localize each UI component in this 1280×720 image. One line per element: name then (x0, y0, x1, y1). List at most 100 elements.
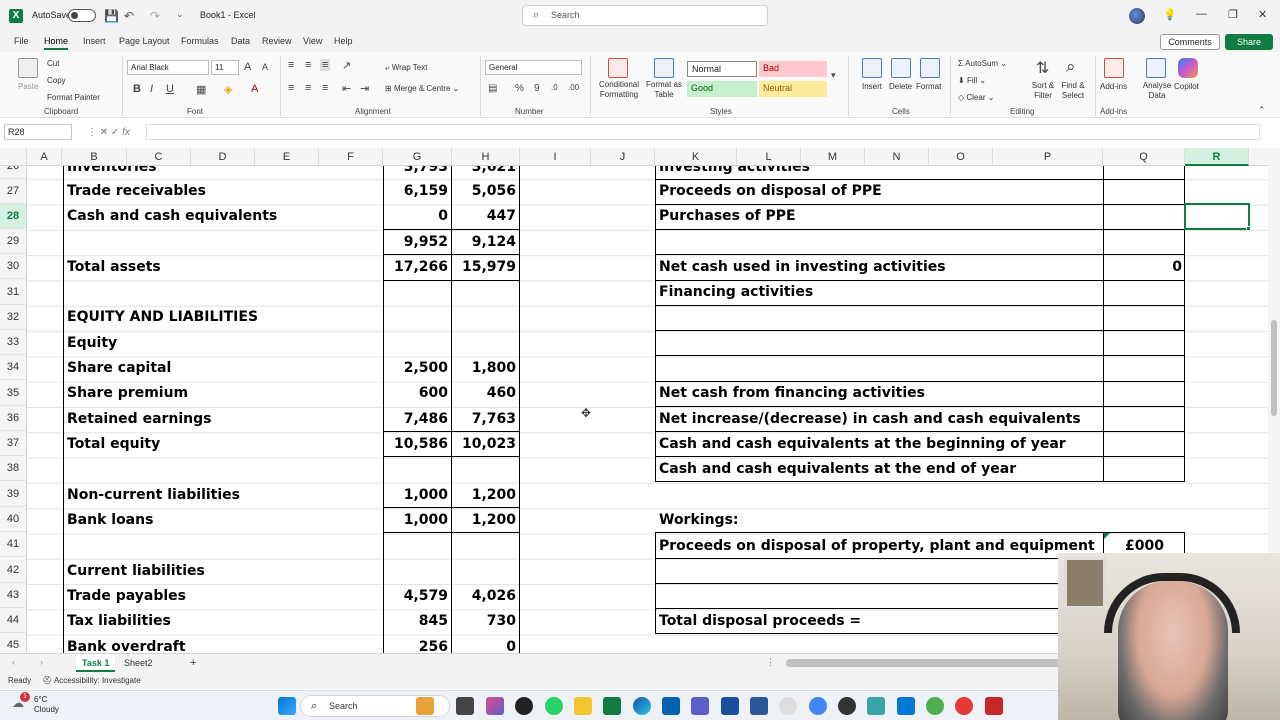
cell-b26[interactable]: Inventories (67, 166, 157, 176)
align-bottom-icon[interactable]: ≡ (320, 59, 331, 71)
cell-g43[interactable]: 4,579 (383, 587, 448, 605)
cell-h30[interactable]: 15,979 (452, 258, 516, 276)
cell-k40[interactable]: Workings: (659, 511, 739, 529)
row-header-44[interactable]: 44 (0, 608, 26, 633)
column-header-f[interactable]: F (319, 148, 383, 166)
cell-b44[interactable]: Tax liabilities (67, 612, 171, 630)
fill-color-icon[interactable]: ◈ (224, 83, 232, 96)
column-header-a[interactable]: A (27, 148, 62, 166)
sheet-tab-task-1[interactable]: Task 1 (76, 654, 116, 672)
analyse-data-button[interactable]: Analyse Data (1142, 81, 1172, 101)
column-header-j[interactable]: J (591, 148, 655, 166)
font-size-select[interactable]: 11 (211, 60, 239, 75)
cell-k44[interactable]: Total disposal proceeds = (659, 612, 861, 630)
sheet-tab-sheet2[interactable]: Sheet2 (118, 654, 159, 672)
sort-filter-icon[interactable]: ⇅ (1036, 58, 1049, 78)
cell-b40[interactable]: Bank loans (67, 511, 153, 529)
column-header-m[interactable]: M (801, 148, 865, 166)
file-explorer-icon[interactable] (574, 697, 592, 715)
cell-k27[interactable]: Proceeds on disposal of PPE (659, 182, 882, 200)
delete-cells-button[interactable]: Delete (889, 82, 912, 91)
decrease-decimal-icon[interactable]: .00 (568, 83, 579, 92)
cell-b32[interactable]: EQUITY AND LIABILITIES (67, 308, 258, 326)
formula-input[interactable] (146, 124, 1260, 140)
cell-g45[interactable]: 256 (383, 638, 448, 653)
search-box[interactable]: ⌕ Search (522, 5, 768, 26)
cell-g39[interactable]: 1,000 (383, 486, 448, 504)
column-header-n[interactable]: N (865, 148, 929, 166)
column-header-r[interactable]: R (1185, 148, 1249, 166)
cell-h26[interactable]: 3,621 (452, 166, 516, 176)
tab-formulas[interactable]: Formulas (181, 36, 219, 46)
sort-filter-button[interactable]: Sort & Filter (1028, 81, 1058, 101)
row-header-26[interactable]: 26 (0, 166, 26, 179)
cell-b43[interactable]: Trade payables (67, 587, 186, 605)
copilot-button[interactable]: Copilot (1174, 82, 1199, 91)
cell-h35[interactable]: 460 (452, 384, 516, 402)
cell-h36[interactable]: 7,763 (452, 410, 516, 428)
merge-centre-button[interactable]: ⊞ Merge & Centre ⌄ (385, 84, 459, 93)
vertical-scroll-thumb[interactable] (1271, 320, 1277, 416)
delete-cells-icon[interactable] (891, 58, 911, 78)
cell-b45[interactable]: Bank overdraft (67, 638, 186, 653)
font-name-select[interactable]: Arial Black (127, 60, 209, 75)
format-as-table-button[interactable]: Format as Table (646, 80, 682, 100)
lightbulb-icon[interactable]: 💡 (1163, 8, 1177, 21)
style-normal[interactable]: Normal (687, 61, 757, 77)
cell-k31[interactable]: Financing activities (659, 283, 813, 301)
underline-button[interactable]: U (166, 83, 174, 95)
increase-indent-icon[interactable]: ⇥ (360, 82, 369, 95)
font-color-icon[interactable]: A (251, 83, 258, 95)
align-left-icon[interactable]: ≡ (288, 82, 294, 94)
cell-g26[interactable]: 3,793 (383, 166, 448, 176)
style-bad[interactable]: Bad (759, 61, 827, 77)
format-as-table-icon[interactable] (654, 58, 674, 78)
cell-g28[interactable]: 0 (383, 207, 448, 225)
undo-icon[interactable]: ↶ (124, 9, 134, 23)
excel-taskbar-icon[interactable] (603, 697, 621, 715)
column-header-l[interactable]: L (737, 148, 801, 166)
cell-b33[interactable]: Equity (67, 334, 117, 352)
whatsapp-icon[interactable] (545, 697, 563, 715)
cell-g44[interactable]: 845 (383, 612, 448, 630)
add-ins-button[interactable]: Add-ins (1100, 82, 1127, 91)
error-indicator-icon[interactable] (1104, 533, 1110, 539)
increase-decimal-icon[interactable]: .0 (551, 83, 558, 92)
tab-data[interactable]: Data (231, 36, 250, 46)
clear-button[interactable]: ◇ Clear ⌄ (958, 93, 994, 102)
align-top-icon[interactable]: ≡ (288, 59, 294, 71)
cut-button[interactable]: Cut (47, 59, 59, 68)
tab-home[interactable]: Home (44, 36, 69, 50)
tab-view[interactable]: View (303, 36, 322, 46)
row-header-39[interactable]: 39 (0, 482, 26, 507)
cell-g29[interactable]: 9,952 (383, 233, 448, 251)
column-header-p[interactable]: P (993, 148, 1103, 166)
row-header-43[interactable]: 43 (0, 583, 26, 608)
style-good[interactable]: Good (687, 81, 757, 97)
column-header-h[interactable]: H (452, 148, 520, 166)
cell-h39[interactable]: 1,200 (452, 486, 516, 504)
decrease-indent-icon[interactable]: ⇤ (342, 82, 351, 95)
italic-button[interactable]: I (150, 83, 153, 95)
column-header-q[interactable]: Q (1103, 148, 1185, 166)
wrap-text-button[interactable]: ⤶ Wrap Text (385, 63, 427, 73)
app-b-icon[interactable] (721, 697, 739, 715)
store-icon[interactable] (662, 697, 680, 715)
cell-k28[interactable]: Purchases of PPE (659, 207, 796, 225)
column-header-e[interactable]: E (255, 148, 319, 166)
style-neutral[interactable]: Neutral (759, 81, 827, 97)
cell-h28[interactable]: 447 (452, 207, 516, 225)
app-dark-icon[interactable] (838, 697, 856, 715)
align-center-icon[interactable]: ≡ (305, 82, 311, 94)
cell-h29[interactable]: 9,124 (452, 233, 516, 251)
acrobat-icon[interactable] (985, 697, 1003, 715)
share-button[interactable]: Share (1225, 34, 1273, 50)
insert-cells-icon[interactable] (862, 58, 882, 78)
column-header-i[interactable]: I (520, 148, 591, 166)
teams-icon[interactable] (691, 697, 709, 715)
autosave-toggle[interactable] (68, 9, 96, 22)
task-view-icon[interactable] (456, 697, 474, 715)
find-select-button[interactable]: Find & Select (1057, 81, 1089, 101)
tab-file[interactable]: File (14, 36, 29, 46)
prev-sheet-icon[interactable]: ‹ (12, 657, 15, 667)
